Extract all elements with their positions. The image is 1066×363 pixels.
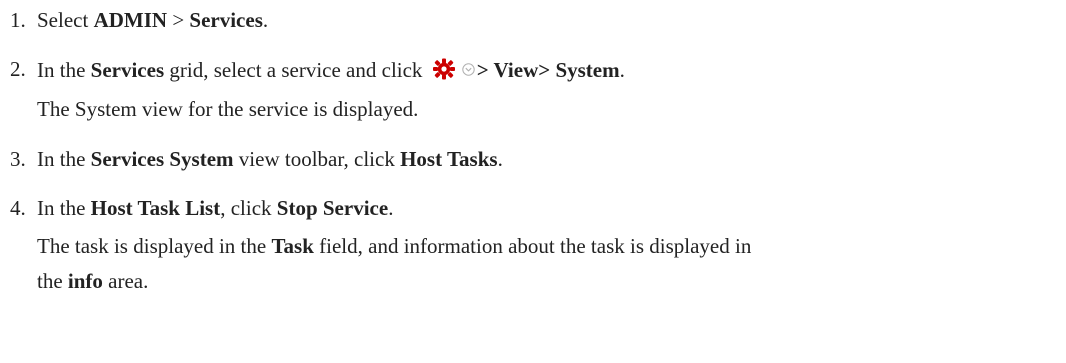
- host-tasks-label: Host Tasks: [400, 147, 498, 171]
- info-area-label: info: [67, 269, 103, 293]
- host-task-list-label: Host Task List: [90, 196, 221, 220]
- stop-service-label: Stop Service: [276, 196, 389, 220]
- services-label: Services: [189, 8, 263, 32]
- step-number: 2.: [10, 57, 26, 81]
- step-number: 1.: [10, 8, 26, 32]
- chevron-down-icon: [461, 56, 475, 76]
- step-text: Select ADMIN > Services.: [37, 8, 269, 32]
- step-number: 3.: [10, 147, 26, 171]
- step-4-result-line-2: the info area.: [37, 269, 149, 293]
- services-system-label: Services System: [90, 147, 234, 171]
- view-system-path: > View> System: [476, 58, 620, 82]
- task-field-label: Task: [271, 234, 314, 258]
- step-text: In the Services grid, select a service a…: [37, 56, 625, 82]
- step-text: In the Services System view toolbar, cli…: [37, 147, 503, 171]
- step-4-result-line-1: The task is displayed in the Task field,…: [37, 234, 752, 258]
- admin-label: ADMIN: [93, 8, 168, 32]
- step-text: In the Host Task List, click Stop Servic…: [37, 196, 394, 220]
- step-number: 4.: [10, 196, 26, 220]
- services-label: Services: [90, 58, 165, 82]
- gear-icon: [432, 58, 456, 80]
- step-2-result: The System view for the service is displ…: [37, 97, 419, 121]
